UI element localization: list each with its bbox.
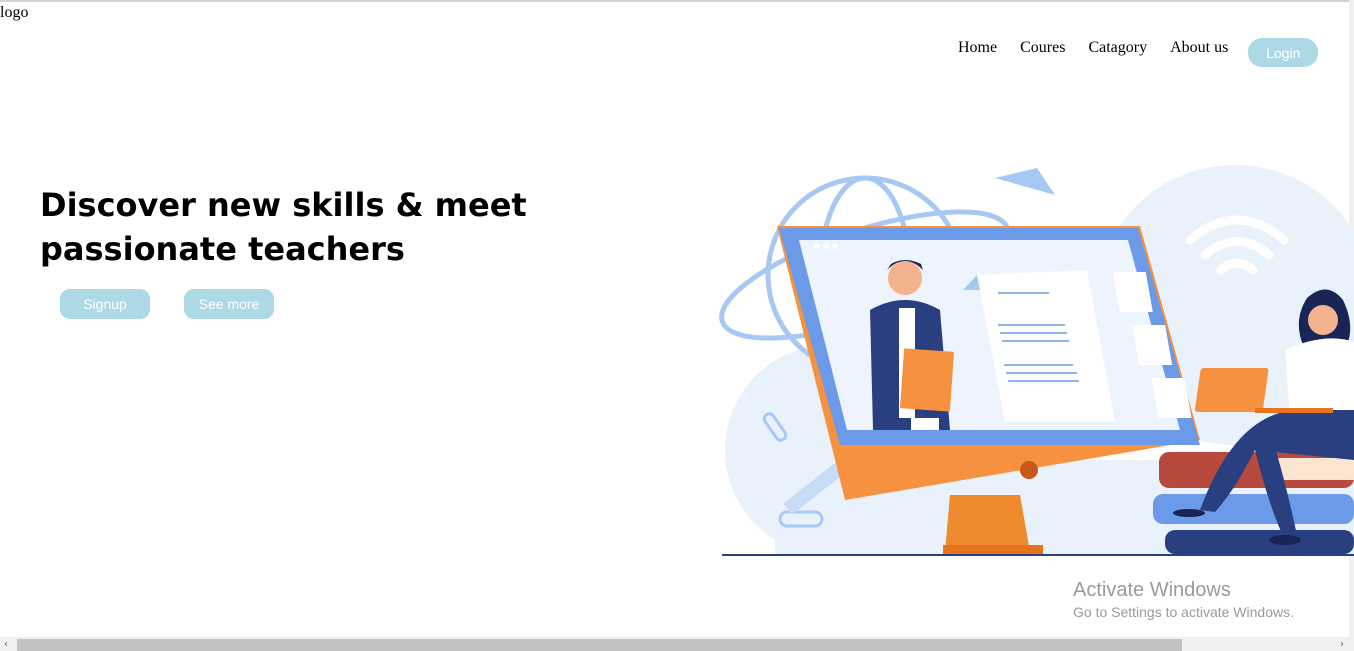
signup-button[interactable]: Signup (60, 289, 150, 319)
main-nav: Home Coures Catagory About us Login (958, 33, 1319, 67)
horizontal-scrollbar-thumb[interactable] (17, 639, 1182, 651)
book-stack (1153, 494, 1354, 524)
scroll-right-arrow-icon[interactable]: › (1340, 638, 1344, 651)
paper-plane-icon (995, 168, 1055, 195)
activate-windows-title: Activate Windows (1073, 579, 1231, 601)
laptop-icon (1194, 368, 1269, 412)
nav-about-link[interactable]: About us (1170, 39, 1228, 57)
monitor-stand (945, 495, 1030, 552)
nav-category-link[interactable]: Catagory (1088, 39, 1147, 57)
hero-illustration (719, 165, 1354, 556)
monitor-dot (832, 243, 838, 249)
monitor-dot (823, 243, 829, 249)
logo[interactable]: logo (0, 4, 28, 22)
activate-windows-watermark: Activate Windows Go to Settings to activ… (1073, 578, 1294, 622)
see-more-button[interactable]: See more (184, 289, 274, 319)
monitor-dot (814, 243, 820, 249)
teacher-folder (899, 348, 955, 412)
monitor-camera (1020, 461, 1038, 479)
screen-thumbnail (1151, 378, 1192, 418)
activate-windows-subtitle: Go to Settings to activate Windows. (1073, 604, 1294, 620)
nav-courses-link[interactable]: Coures (1020, 39, 1065, 57)
book-pages (1275, 458, 1354, 480)
scroll-left-arrow-icon[interactable]: ‹ (4, 638, 8, 651)
nav-home-link[interactable]: Home (958, 39, 997, 57)
monitor-stand-base (943, 545, 1043, 554)
window-top-border (0, 0, 1354, 2)
login-button[interactable]: Login (1248, 38, 1319, 67)
hero-title: Discover new skills & meet passionate te… (40, 186, 527, 268)
screen-thumbnail (1112, 272, 1153, 312)
screen-thumbnail (1132, 325, 1173, 365)
book-stack (1165, 530, 1354, 554)
